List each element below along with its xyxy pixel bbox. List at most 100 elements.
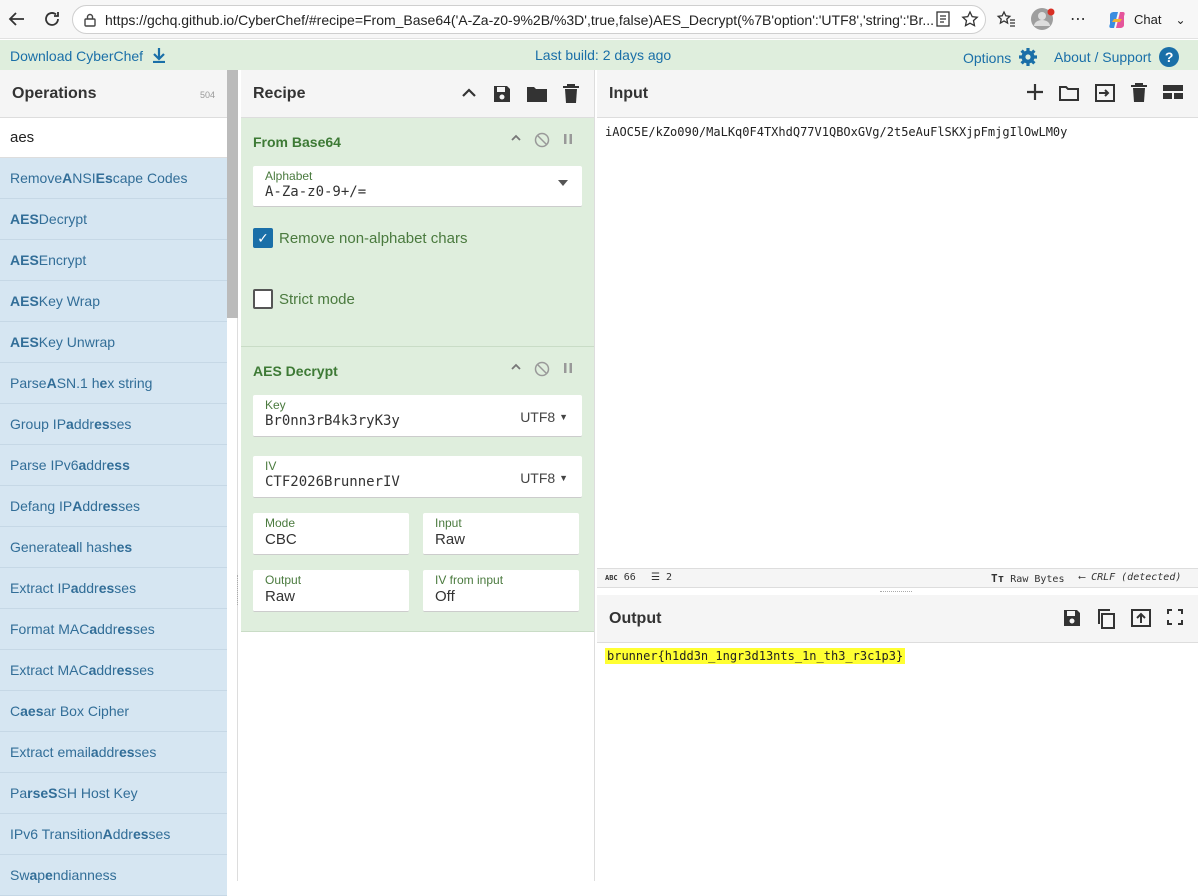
clear-recipe-trash-icon[interactable] — [562, 84, 580, 104]
operation-list-item[interactable]: IPv6 Transition Addr es ses — [0, 814, 227, 855]
operation-label-part: a — [90, 744, 99, 760]
operation-label-part: Defang IP — [10, 498, 73, 514]
reload-icon[interactable] — [37, 4, 67, 34]
options-link[interactable]: Options — [963, 47, 1038, 67]
open-folder-icon[interactable] — [1058, 83, 1080, 103]
operation-label-part: C — [10, 703, 21, 719]
operation-list-item[interactable]: AES Key Unwrap — [0, 322, 227, 363]
breakpoint-pause-icon[interactable] — [562, 132, 574, 148]
text-format-icon: Tт — [991, 572, 1005, 585]
operation-label-part: A — [102, 826, 113, 842]
profile-avatar[interactable] — [1030, 4, 1056, 34]
operation-label-part: AES — [10, 334, 39, 350]
column-resize-handle[interactable] — [237, 575, 239, 605]
maximise-output-icon[interactable] — [1166, 608, 1184, 630]
operation-list-item[interactable]: Remove A NSI Es cape Codes — [0, 158, 227, 199]
favorites-icon[interactable] — [996, 4, 1016, 34]
operation-label-part: ses — [148, 826, 171, 842]
operation-list-item[interactable]: Generate a ll hash es — [0, 527, 227, 568]
clear-input-trash-icon[interactable] — [1130, 83, 1148, 103]
operation-list-item[interactable]: Defang IP Addr es ses — [0, 486, 227, 527]
reader-view-icon[interactable] — [935, 10, 951, 28]
save-recipe-icon[interactable] — [492, 84, 512, 104]
operation-label-part: es — [102, 498, 119, 514]
input-title: Input — [609, 84, 649, 102]
open-file-icon[interactable] — [1094, 83, 1116, 103]
operation-list-item[interactable]: Extract MAC a ddr es ses — [0, 650, 227, 691]
input-format-indicator[interactable]: Tт Raw Bytes — [991, 572, 1064, 585]
site-info-icon[interactable] — [83, 13, 97, 27]
load-recipe-folder-icon[interactable] — [526, 84, 548, 104]
operation-list-item[interactable]: Extract email a ddr es ses — [0, 732, 227, 773]
iv-from-input-select[interactable]: IV from input Off — [423, 570, 579, 612]
input-format-select[interactable]: Input Raw — [423, 513, 579, 555]
operation-label-part: ddr — [82, 498, 103, 514]
remove-non-alphabet-checkbox[interactable]: ✓ Remove non-alphabet chars — [253, 207, 582, 269]
download-cyberchef-link[interactable]: Download CyberChef — [10, 47, 166, 64]
breakpoint-pause-icon[interactable] — [562, 361, 574, 377]
strict-mode-label: Strict mode — [279, 290, 355, 308]
disable-operation-icon[interactable] — [534, 132, 550, 148]
favorite-star-icon[interactable] — [961, 10, 979, 28]
save-output-icon[interactable] — [1062, 608, 1082, 630]
chevron-up-icon[interactable] — [460, 84, 478, 104]
iv-from-input-label: IV from input — [435, 573, 504, 587]
eol-indicator[interactable]: ⟵ CRLF (detected) — [1079, 572, 1181, 583]
collapse-chevron-icon[interactable] — [510, 361, 522, 377]
address-bar[interactable]: https://gchq.github.io/CyberChef/#recipe… — [72, 5, 986, 34]
operation-label-part: A — [72, 498, 83, 514]
back-icon[interactable] — [2, 4, 32, 34]
operations-scrollbar[interactable] — [227, 70, 238, 318]
operation-list-item[interactable]: AES Decrypt — [0, 199, 227, 240]
input-textarea[interactable]: iAOC5E/kZo090/MaLKq0F4TXhdQ77V1QBOxGVg/2… — [605, 125, 1067, 139]
copilot-chat-button[interactable]: Chat ⌄ — [1100, 5, 1192, 34]
operation-label-part: rse — [27, 785, 49, 801]
operation-list-item[interactable]: Parse IPv6 a ddr ess — [0, 445, 227, 486]
operation-list-item[interactable]: Group IP a ddr es ses — [0, 404, 227, 445]
operation-label-part: es — [132, 826, 149, 842]
operation-label-part: Extract MAC — [10, 662, 89, 678]
strict-mode-checkbox[interactable]: Strict mode — [253, 269, 582, 329]
operation-list-item[interactable]: Parse A SN.1 hex string — [0, 363, 227, 404]
alphabet-select[interactable]: Alphabet A-Za-z0-9+/= — [253, 166, 582, 207]
operation-label-part: Es — [95, 170, 113, 186]
operation-label-part: ddr — [96, 662, 117, 678]
operation-label-part: NSI — [72, 170, 96, 186]
output-format-select[interactable]: Output Raw — [253, 570, 409, 612]
output-header: Output — [597, 595, 1198, 643]
mode-label: Mode — [265, 516, 296, 530]
disable-operation-icon[interactable] — [534, 361, 550, 377]
input-format-value: Raw — [435, 531, 466, 548]
about-label: About / Support — [1054, 49, 1152, 65]
options-label: Options — [963, 50, 1012, 66]
input-format-label: Input — [435, 516, 462, 530]
operation-list-item[interactable]: Pa rse S SH Host Key — [0, 773, 227, 814]
iv-input[interactable]: IV CTF2026BrunnerIV UTF8 ▼ — [253, 456, 582, 498]
output-format-value: Raw — [265, 588, 296, 605]
operations-search-input[interactable]: aes — [0, 118, 227, 158]
operations-title: Operations — [12, 84, 97, 102]
operation-label-part: ar Box Cipher — [43, 703, 130, 719]
mode-select[interactable]: Mode CBC — [253, 513, 409, 555]
key-encoding-dropdown[interactable]: UTF8 ▼ — [520, 409, 568, 425]
operation-list-item[interactable]: AES Encrypt — [0, 240, 227, 281]
operation-label-part: ddr — [98, 744, 119, 760]
input-status-bar: ABC 66 ☰ 2 Tт Raw Bytes ⟵ CRLF (detected… — [597, 568, 1198, 588]
key-encoding-value: UTF8 — [520, 409, 556, 425]
about-support-link[interactable]: About / Support ? — [1054, 47, 1180, 67]
operation-list-item[interactable]: Sw a p e ndianness — [0, 855, 227, 896]
iv-encoding-dropdown[interactable]: UTF8 ▼ — [520, 470, 568, 486]
row-resize-handle[interactable] — [880, 591, 912, 593]
add-tab-plus-icon[interactable] — [1026, 83, 1044, 103]
more-menu-icon[interactable]: ⋯ — [1070, 4, 1086, 34]
operation-list-item[interactable]: AES Key Wrap — [0, 281, 227, 322]
collapse-chevron-icon[interactable] — [510, 132, 522, 148]
operation-list-item[interactable]: Format MAC a ddr es ses — [0, 609, 227, 650]
layout-icon[interactable] — [1162, 83, 1184, 103]
operation-list-item[interactable]: Extract IP a ddr es ses — [0, 568, 227, 609]
copy-output-icon[interactable] — [1096, 608, 1116, 630]
operations-header: Operations 504 — [0, 70, 237, 118]
operation-list-item[interactable]: Caes ar Box Cipher — [0, 691, 227, 732]
key-input[interactable]: Key Br0nn3rB4k3ryK3y UTF8 ▼ — [253, 395, 582, 437]
replace-input-with-output-icon[interactable] — [1130, 608, 1152, 630]
